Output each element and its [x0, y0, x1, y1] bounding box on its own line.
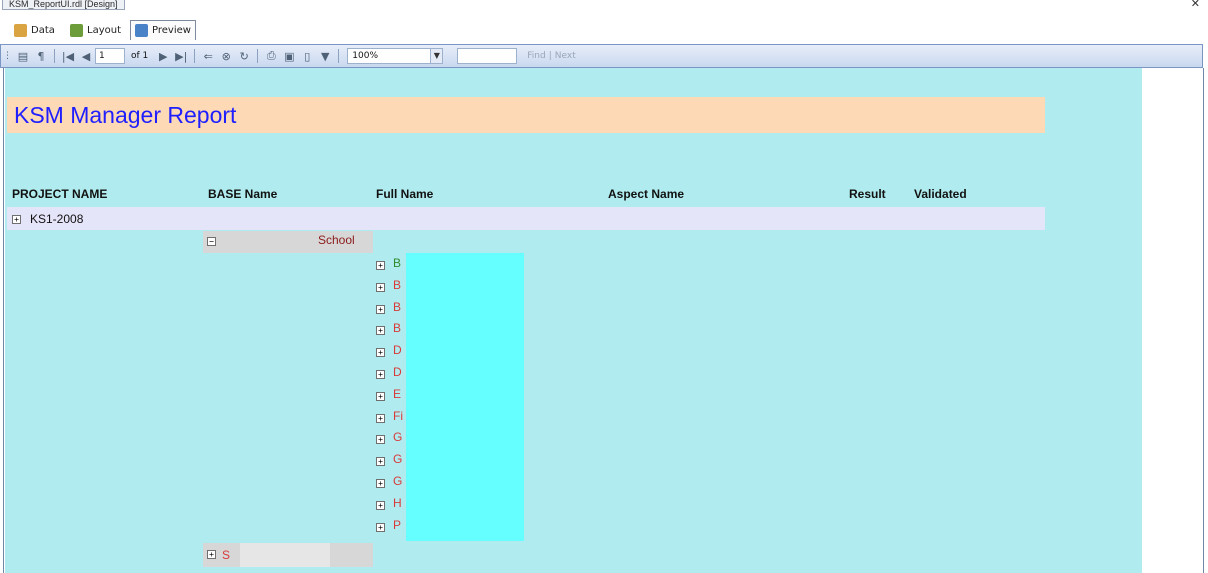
expand-icon[interactable]: +	[12, 215, 21, 224]
expand-icon[interactable]: +	[207, 550, 216, 559]
expand-icon[interactable]: +	[376, 305, 385, 314]
full-name-item: B	[393, 278, 402, 292]
page-count-label: of 1	[131, 51, 149, 61]
print-icon[interactable]: ⎙	[264, 48, 278, 64]
full-name-item: G	[393, 430, 403, 444]
full-name-item: H	[393, 496, 402, 510]
preview-icon	[135, 24, 148, 37]
column-header-full-name: Full Name	[376, 187, 434, 201]
tab-layout-label: Layout	[87, 24, 121, 36]
full-name-item: E	[393, 387, 402, 401]
print-layout-icon[interactable]: ▣	[282, 48, 296, 64]
full-name-item: G	[393, 452, 403, 466]
page-setup-icon[interactable]: ▯	[300, 48, 314, 64]
page-number-input[interactable]: 1	[95, 48, 125, 64]
zoom-select[interactable]: 100% ▼	[347, 48, 444, 64]
base-row-next-fill	[240, 543, 330, 567]
next-base-name: S	[222, 548, 231, 562]
stop-icon[interactable]: ⊗	[219, 48, 233, 64]
close-icon[interactable]: ✕	[1191, 0, 1200, 10]
document-tab[interactable]: KSM_ReportUI.rdl [Design]	[2, 0, 125, 10]
refresh-icon[interactable]: ↻	[237, 48, 251, 64]
full-name-item: G	[393, 474, 403, 488]
grip-icon: ⋮	[3, 51, 12, 61]
find-input[interactable]	[457, 48, 518, 64]
full-name-item: B	[393, 300, 402, 314]
view-tabs: Data Layout Preview	[0, 19, 1208, 41]
column-header-aspect-name: Aspect Name	[608, 187, 685, 201]
report-canvas	[5, 68, 1142, 573]
expand-icon[interactable]: +	[376, 283, 385, 292]
separator	[194, 49, 196, 63]
parameters-icon[interactable]: ¶	[34, 48, 48, 64]
expand-icon[interactable]: +	[376, 435, 385, 444]
layout-icon	[70, 23, 83, 37]
database-icon	[14, 23, 27, 37]
expand-icon[interactable]: +	[376, 457, 385, 466]
tab-layout[interactable]: Layout	[66, 20, 125, 40]
separator	[338, 49, 340, 63]
last-page-icon[interactable]: ▶|	[174, 48, 188, 64]
expand-icon[interactable]: +	[376, 523, 385, 532]
highlight-block	[406, 253, 524, 541]
tab-preview-label: Preview	[152, 25, 191, 36]
chevron-down-icon[interactable]: ▼	[430, 49, 443, 63]
previous-page-icon[interactable]: ◀	[79, 48, 93, 64]
column-header-validated: Validated	[914, 187, 967, 201]
first-page-icon[interactable]: |◀	[61, 48, 75, 64]
column-header-base-name: BASE Name	[208, 187, 278, 201]
collapse-icon[interactable]: −	[207, 237, 216, 246]
export-icon[interactable]: ▼	[318, 48, 332, 64]
back-icon[interactable]: ⇐	[201, 48, 215, 64]
document-map-icon[interactable]: ▤	[16, 48, 30, 64]
expand-icon[interactable]: +	[376, 501, 385, 510]
right-frame	[1203, 68, 1208, 573]
separator	[257, 49, 259, 63]
left-frame	[0, 68, 4, 573]
full-name-item: D	[393, 365, 402, 379]
find-link[interactable]: Find	[527, 51, 545, 61]
project-row	[7, 207, 1045, 230]
tab-preview[interactable]: Preview	[130, 20, 196, 40]
full-name-item: Fi	[393, 409, 403, 423]
expand-icon[interactable]: +	[376, 479, 385, 488]
document-tab-strip: KSM_ReportUI.rdl [Design] ✕	[0, 0, 1208, 18]
next-link[interactable]: Next	[555, 51, 576, 61]
base-name: School	[318, 233, 355, 247]
expand-icon[interactable]: +	[376, 326, 385, 335]
find-separator: |	[548, 51, 552, 61]
tab-data[interactable]: Data	[10, 20, 59, 40]
expand-icon[interactable]: +	[376, 392, 385, 401]
full-name-item: D	[393, 343, 402, 357]
column-header-result: Result	[849, 187, 886, 201]
expand-icon[interactable]: +	[376, 261, 385, 270]
expand-icon[interactable]: +	[376, 414, 385, 423]
report-toolbar: ⋮ ▤ ¶ |◀ ◀ 1 of 1 ▶ ▶| ⇐ ⊗ ↻ ⎙ ▣ ▯ ▼ 100…	[0, 44, 1203, 68]
expand-icon[interactable]: +	[376, 348, 385, 357]
tab-data-label: Data	[31, 24, 55, 36]
full-name-item: B	[393, 256, 402, 270]
full-name-item: B	[393, 321, 402, 335]
next-page-icon[interactable]: ▶	[156, 48, 170, 64]
full-name-item: P	[393, 518, 402, 532]
expand-icon[interactable]: +	[376, 370, 385, 379]
zoom-value: 100%	[352, 51, 378, 61]
report-title: KSM Manager Report	[14, 102, 237, 128]
project-name: KS1-2008	[30, 212, 84, 226]
separator	[54, 49, 55, 63]
column-header-project-name: PROJECT NAME	[12, 187, 108, 201]
